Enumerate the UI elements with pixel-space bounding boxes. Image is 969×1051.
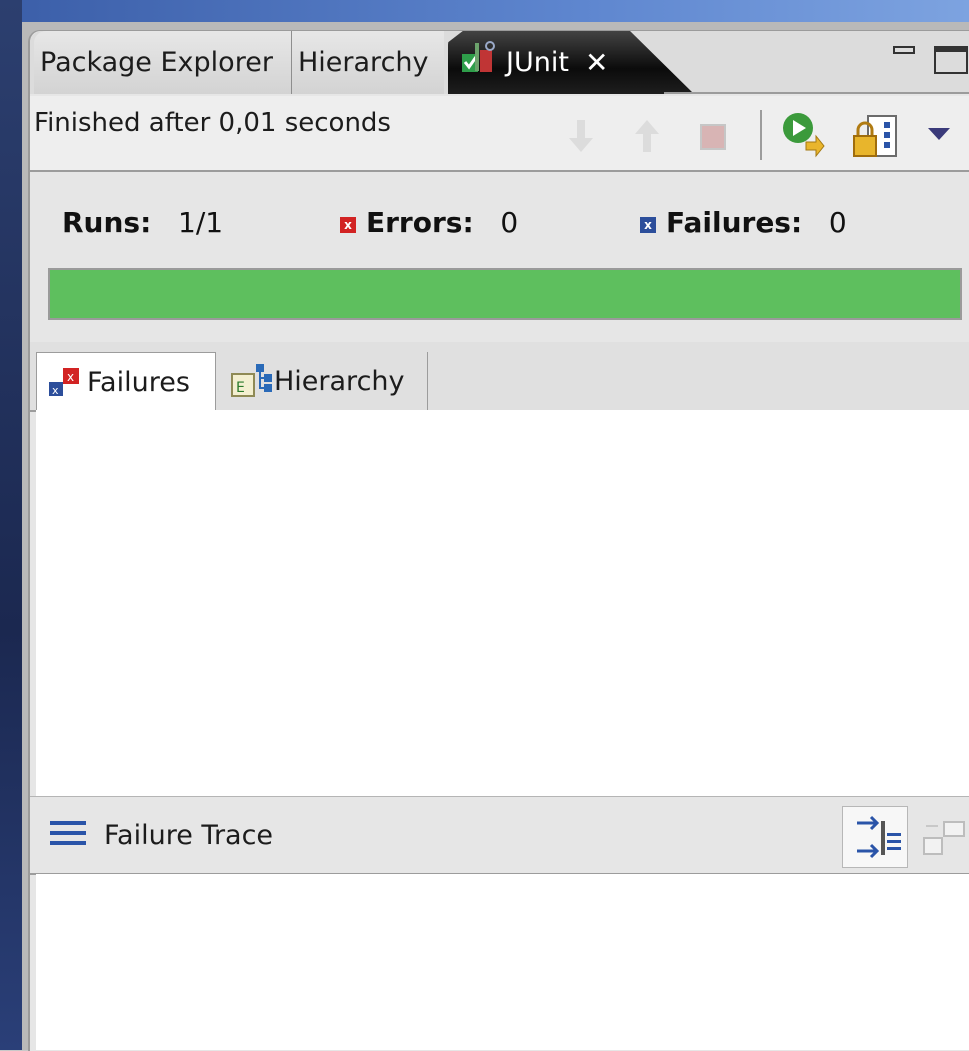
- failures-tab-icon: x x: [49, 367, 79, 397]
- filter-stack-trace-button[interactable]: [842, 806, 908, 868]
- maximize-icon[interactable]: [934, 46, 968, 74]
- failures-value: 0: [828, 206, 847, 239]
- failure-trace-body[interactable]: [36, 874, 969, 1050]
- tab-failures[interactable]: x x Failures: [36, 352, 216, 412]
- tab-hierarchy[interactable]: Hierarchy: [292, 31, 444, 94]
- tab-bar-divider: [664, 92, 969, 94]
- junit-icon: [460, 40, 500, 85]
- errors-counter: x Errors: 0: [340, 206, 518, 239]
- progress-bar: [48, 268, 962, 320]
- svg-text:x: x: [52, 384, 59, 397]
- svg-text:E: E: [236, 380, 245, 396]
- tab-label: Failures: [87, 367, 190, 398]
- filter-icon: [857, 815, 901, 859]
- view-menu-button[interactable]: [922, 122, 956, 146]
- minimize-icon[interactable]: [893, 46, 915, 54]
- window-top-edge: [0, 0, 969, 22]
- failure-trace-title: Failure Trace: [104, 820, 274, 851]
- rerun-icon: [783, 113, 825, 158]
- errors-value: 0: [500, 206, 519, 239]
- tab-test-hierarchy[interactable]: E Hierarchy: [220, 352, 428, 410]
- status-message: Finished after 0,01 seconds: [34, 108, 391, 138]
- svg-text:x: x: [67, 370, 74, 384]
- tab-junit[interactable]: JUnit ✕: [448, 31, 694, 94]
- runs-counter: Runs: 1/1: [62, 206, 223, 239]
- tab-label: Package Explorer: [40, 47, 273, 78]
- view-tab-bar: Package Explorer Hierarchy JUnit ✕: [30, 31, 969, 94]
- chevron-down-icon: [928, 128, 950, 140]
- desktop-left-edge: [0, 0, 22, 1050]
- arrow-up-icon: [635, 120, 659, 152]
- stop-button[interactable]: [700, 124, 726, 150]
- runs-label: Runs:: [62, 206, 152, 239]
- errors-label: Errors:: [366, 206, 474, 239]
- tab-label: Hierarchy: [298, 47, 429, 78]
- failure-icon: x: [640, 217, 656, 233]
- lock-icon: [853, 115, 897, 157]
- arrow-down-icon: [569, 120, 593, 152]
- scroll-lock-button[interactable]: [850, 112, 900, 160]
- tab-label: JUnit: [506, 47, 569, 78]
- next-failure-button[interactable]: [565, 119, 597, 153]
- failures-label: Failures:: [666, 206, 803, 239]
- tab-package-explorer[interactable]: Package Explorer: [34, 31, 292, 94]
- close-icon[interactable]: ✕: [585, 46, 608, 79]
- rerun-test-button[interactable]: [780, 110, 828, 158]
- compare-icon: [923, 821, 965, 855]
- runs-value: 1/1: [178, 206, 224, 239]
- failures-list[interactable]: [36, 410, 969, 796]
- toolbar-separator: [760, 110, 762, 160]
- error-icon: x: [340, 217, 356, 233]
- failures-counter: x Failures: 0: [640, 206, 847, 239]
- hierarchy-icon: E: [231, 364, 272, 397]
- compare-result-button[interactable]: [918, 812, 968, 862]
- tab-label: Hierarchy: [274, 365, 405, 397]
- stack-trace-icon: [50, 820, 86, 846]
- previous-failure-button[interactable]: [631, 119, 663, 153]
